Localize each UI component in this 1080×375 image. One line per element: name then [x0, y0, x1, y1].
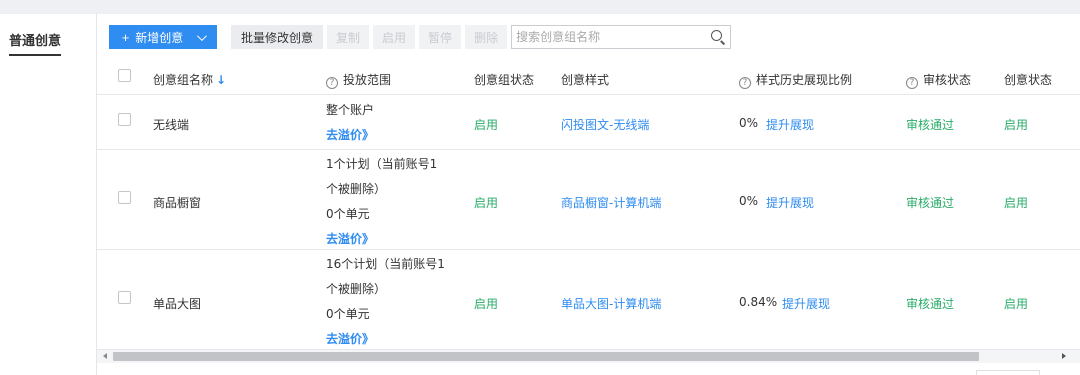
plus-icon: +: [121, 29, 130, 45]
copy-button[interactable]: 复制: [327, 25, 370, 49]
row-scope: 1个计划（当前账号1 个被删除） 0个单元 去溢价》: [326, 152, 437, 252]
header-history-ratio: ? 样式历史展现比例: [739, 71, 852, 89]
table-row: 单品大图 16个计划（当前账号1 个被删除） 0个单元 去溢价》 启用 单品大图…: [97, 251, 1080, 349]
boost-link[interactable]: 提升展现: [766, 194, 814, 211]
row-review-status: 审核通过: [906, 196, 955, 210]
scrollbar-thumb[interactable]: [113, 352, 979, 361]
boost-link[interactable]: 提升展现: [766, 116, 814, 133]
header-review-status: ? 审核状态: [906, 71, 971, 89]
pager-edge: [976, 370, 1040, 375]
row-scope: 整个账户 去溢价》: [326, 98, 374, 148]
help-icon[interactable]: ?: [739, 77, 751, 89]
row-creative-status: 启用: [1004, 118, 1029, 132]
header-creative-status: 创意状态: [1004, 73, 1053, 87]
left-nav: 普通创意: [0, 14, 96, 375]
add-creative-label: 新增创意: [135, 30, 184, 45]
row-name: 无线端: [153, 118, 190, 132]
add-creative-button[interactable]: + 新增创意: [109, 25, 217, 49]
main-panel: + 新增创意 批量修改创意 复制 启用 暂停 删除 创意组名称↓ ?投放范围 创…: [97, 14, 1080, 375]
scroll-right-icon[interactable]: [1062, 353, 1066, 359]
premium-link[interactable]: 去溢价》: [326, 123, 374, 148]
row-checkbox[interactable]: [118, 113, 131, 126]
select-all-checkbox[interactable]: [118, 69, 131, 82]
row-review-status: 审核通过: [906, 118, 955, 132]
sort-arrow-icon: ↓: [216, 73, 227, 87]
search-box: [511, 25, 732, 49]
header-scope: ? 投放范围: [326, 71, 391, 89]
row-name: 商品橱窗: [153, 196, 202, 210]
row-style-link[interactable]: 闪投图文-无线端: [561, 116, 649, 133]
row-name: 单品大图: [153, 297, 202, 311]
row-checkbox[interactable]: [118, 191, 131, 204]
help-icon[interactable]: ?: [906, 77, 918, 89]
row-checkbox[interactable]: [118, 291, 131, 304]
tab-normal-creative[interactable]: 普通创意: [9, 30, 62, 56]
table-header: 创意组名称 ↓ ? 投放范围 创意组状态 创意样式 ? 样式历史展现比例 ? 审核状态 …: [97, 61, 1080, 95]
page: 普通创意 + 新增创意 批量修改创意 复制 启用 暂停 删除 创意组名称↓ ?投…: [0, 0, 1080, 375]
row-review-status: 审核通过: [906, 297, 955, 311]
table-row: 商品橱窗 1个计划（当前账号1 个被删除） 0个单元 去溢价》 启用 商品橱窗-…: [97, 151, 1080, 250]
header-style: 创意样式: [561, 73, 610, 87]
row-ratio: 0.84%: [739, 295, 778, 309]
table-row: 无线端 整个账户 去溢价》 启用 闪投图文-无线端 0% 提升展现 审核通过 启…: [97, 96, 1080, 150]
row-group-status: 启用: [474, 118, 499, 132]
horizontal-scrollbar[interactable]: [97, 349, 1080, 363]
row-ratio: 0%: [739, 116, 759, 130]
toolbar: + 新增创意 批量修改创意 复制 启用 暂停 删除: [109, 25, 732, 49]
search-input[interactable]: [516, 30, 711, 44]
premium-link[interactable]: 去溢价》: [326, 227, 437, 252]
batch-edit-button[interactable]: 批量修改创意: [231, 25, 324, 49]
boost-link[interactable]: 提升展现: [782, 295, 830, 312]
row-group-status: 启用: [474, 297, 499, 311]
row-creative-status: 启用: [1004, 297, 1029, 311]
row-creative-status: 启用: [1004, 196, 1029, 210]
enable-button[interactable]: 启用: [373, 25, 416, 49]
delete-button[interactable]: 删除: [465, 25, 508, 49]
top-strip: [0, 0, 1080, 14]
row-ratio: 0%: [739, 194, 759, 208]
search-icon[interactable]: [710, 29, 726, 45]
header-name[interactable]: 创意组名称 ↓: [153, 71, 226, 88]
pause-button[interactable]: 暂停: [419, 25, 462, 49]
row-style-link[interactable]: 商品橱窗-计算机端: [561, 194, 661, 211]
chevron-down-icon: [197, 30, 208, 41]
row-style-link[interactable]: 单品大图-计算机端: [561, 295, 661, 312]
row-group-status: 启用: [474, 196, 499, 210]
scroll-left-icon[interactable]: [103, 353, 107, 359]
header-group-status: 创意组状态: [474, 73, 535, 87]
row-scope: 16个计划（当前账号1 个被删除） 0个单元 去溢价》: [326, 252, 445, 352]
help-icon[interactable]: ?: [326, 77, 338, 89]
